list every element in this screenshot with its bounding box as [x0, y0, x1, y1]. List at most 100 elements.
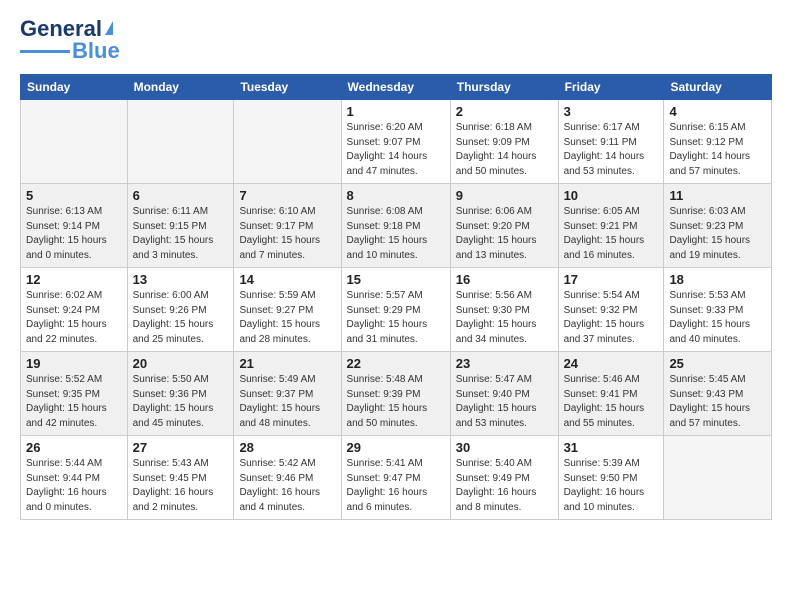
day-info: Sunrise: 6:08 AM Sunset: 9:18 PM Dayligh…: [347, 205, 445, 263]
day-info: Sunrise: 5:53 AM Sunset: 9:33 PM Dayligh…: [669, 289, 766, 347]
day-info: Sunrise: 5:52 AM Sunset: 9:35 PM Dayligh…: [26, 373, 122, 431]
day-info: Sunrise: 5:54 AM Sunset: 9:32 PM Dayligh…: [564, 289, 659, 347]
day-cell: 24 Sunrise: 5:46 AM Sunset: 9:41 PM Dayli…: [558, 352, 664, 436]
day-number: 11: [669, 188, 766, 203]
day-info: Sunrise: 5:39 AM Sunset: 9:50 PM Dayligh…: [564, 457, 659, 515]
day-info: Sunrise: 6:20 AM Sunset: 9:07 PM Dayligh…: [347, 121, 445, 179]
day-info: Sunrise: 5:47 AM Sunset: 9:40 PM Dayligh…: [456, 373, 553, 431]
day-cell: 23 Sunrise: 5:47 AM Sunset: 9:40 PM Dayli…: [450, 352, 558, 436]
day-info: Sunrise: 5:49 AM Sunset: 9:37 PM Dayligh…: [239, 373, 335, 431]
day-cell: 5 Sunrise: 6:13 AM Sunset: 9:14 PM Daylig…: [21, 184, 128, 268]
day-cell: 3Sunrise: 6:17 AM Sunset: 9:11 PM Daylig…: [558, 100, 664, 184]
day-info: Sunrise: 5:57 AM Sunset: 9:29 PM Dayligh…: [347, 289, 445, 347]
day-info: Sunrise: 6:10 AM Sunset: 9:17 PM Dayligh…: [239, 205, 335, 263]
day-info: Sunrise: 5:41 AM Sunset: 9:47 PM Dayligh…: [347, 457, 445, 515]
day-cell: 13 Sunrise: 6:00 AM Sunset: 9:26 PM Dayli…: [127, 268, 234, 352]
day-cell: 4Sunrise: 6:15 AM Sunset: 9:12 PM Daylig…: [664, 100, 772, 184]
day-cell: 22 Sunrise: 5:48 AM Sunset: 9:39 PM Dayli…: [341, 352, 450, 436]
day-cell: 26 Sunrise: 5:44 AM Sunset: 9:44 PM Dayli…: [21, 436, 128, 520]
header-row: SundayMondayTuesdayWednesdayThursdayFrid…: [21, 75, 772, 100]
day-number: 23: [456, 356, 553, 371]
logo-blue: Blue: [72, 38, 120, 64]
day-number: 31: [564, 440, 659, 455]
header-sunday: Sunday: [21, 75, 128, 100]
header-tuesday: Tuesday: [234, 75, 341, 100]
day-cell: 11 Sunrise: 6:03 AM Sunset: 9:23 PM Dayli…: [664, 184, 772, 268]
day-cell: 31 Sunrise: 5:39 AM Sunset: 9:50 PM Dayli…: [558, 436, 664, 520]
day-cell: 16 Sunrise: 5:56 AM Sunset: 9:30 PM Dayli…: [450, 268, 558, 352]
logo-underline: [20, 50, 70, 53]
day-info: Sunrise: 5:44 AM Sunset: 9:44 PM Dayligh…: [26, 457, 122, 515]
day-cell: [234, 100, 341, 184]
day-info: Sunrise: 5:46 AM Sunset: 9:41 PM Dayligh…: [564, 373, 659, 431]
header: General Blue: [20, 16, 772, 64]
day-number: 30: [456, 440, 553, 455]
day-number: 6: [133, 188, 229, 203]
day-info: Sunrise: 6:00 AM Sunset: 9:26 PM Dayligh…: [133, 289, 229, 347]
day-number: 20: [133, 356, 229, 371]
calendar-table: SundayMondayTuesdayWednesdayThursdayFrid…: [20, 74, 772, 520]
day-cell: 29Sunrise: 5:41 AM Sunset: 9:47 PM Dayli…: [341, 436, 450, 520]
day-number: 26: [26, 440, 122, 455]
calendar-page: General Blue SundayMondayTuesdayWednesda…: [0, 0, 792, 612]
day-info: Sunrise: 5:43 AM Sunset: 9:45 PM Dayligh…: [133, 457, 229, 515]
day-number: 7: [239, 188, 335, 203]
week-row-5: 26 Sunrise: 5:44 AM Sunset: 9:44 PM Dayli…: [21, 436, 772, 520]
day-number: 5: [26, 188, 122, 203]
day-info: Sunrise: 5:48 AM Sunset: 9:39 PM Dayligh…: [347, 373, 445, 431]
day-info: Sunrise: 6:18 AM Sunset: 9:09 PM Dayligh…: [456, 121, 553, 179]
day-cell: 20Sunrise: 5:50 AM Sunset: 9:36 PM Dayli…: [127, 352, 234, 436]
day-number: 10: [564, 188, 659, 203]
week-row-1: 1 Sunrise: 6:20 AM Sunset: 9:07 PM Daylig…: [21, 100, 772, 184]
header-saturday: Saturday: [664, 75, 772, 100]
day-number: 17: [564, 272, 659, 287]
day-cell: 19 Sunrise: 5:52 AM Sunset: 9:35 PM Dayli…: [21, 352, 128, 436]
day-info: Sunrise: 5:45 AM Sunset: 9:43 PM Dayligh…: [669, 373, 766, 431]
day-number: 1: [347, 104, 445, 119]
day-number: 9: [456, 188, 553, 203]
day-number: 8: [347, 188, 445, 203]
day-number: 14: [239, 272, 335, 287]
week-row-3: 12Sunrise: 6:02 AM Sunset: 9:24 PM Dayli…: [21, 268, 772, 352]
day-number: 16: [456, 272, 553, 287]
day-number: 21: [239, 356, 335, 371]
day-number: 24: [564, 356, 659, 371]
day-info: Sunrise: 5:56 AM Sunset: 9:30 PM Dayligh…: [456, 289, 553, 347]
day-info: Sunrise: 6:06 AM Sunset: 9:20 PM Dayligh…: [456, 205, 553, 263]
day-cell: 27 Sunrise: 5:43 AM Sunset: 9:45 PM Dayli…: [127, 436, 234, 520]
week-row-2: 5 Sunrise: 6:13 AM Sunset: 9:14 PM Daylig…: [21, 184, 772, 268]
day-info: Sunrise: 5:59 AM Sunset: 9:27 PM Dayligh…: [239, 289, 335, 347]
day-cell: 30Sunrise: 5:40 AM Sunset: 9:49 PM Dayli…: [450, 436, 558, 520]
day-info: Sunrise: 6:05 AM Sunset: 9:21 PM Dayligh…: [564, 205, 659, 263]
day-number: 13: [133, 272, 229, 287]
day-info: Sunrise: 6:13 AM Sunset: 9:14 PM Dayligh…: [26, 205, 122, 263]
day-cell: 10 Sunrise: 6:05 AM Sunset: 9:21 PM Dayli…: [558, 184, 664, 268]
day-number: 22: [347, 356, 445, 371]
day-cell: [127, 100, 234, 184]
day-cell: 14 Sunrise: 5:59 AM Sunset: 9:27 PM Dayli…: [234, 268, 341, 352]
day-cell: 15 Sunrise: 5:57 AM Sunset: 9:29 PM Dayli…: [341, 268, 450, 352]
day-number: 27: [133, 440, 229, 455]
day-number: 19: [26, 356, 122, 371]
header-wednesday: Wednesday: [341, 75, 450, 100]
day-cell: 6Sunrise: 6:11 AM Sunset: 9:15 PM Daylig…: [127, 184, 234, 268]
day-info: Sunrise: 6:02 AM Sunset: 9:24 PM Dayligh…: [26, 289, 122, 347]
day-cell: 17 Sunrise: 5:54 AM Sunset: 9:32 PM Dayli…: [558, 268, 664, 352]
day-cell: 9 Sunrise: 6:06 AM Sunset: 9:20 PM Daylig…: [450, 184, 558, 268]
day-cell: 21 Sunrise: 5:49 AM Sunset: 9:37 PM Dayli…: [234, 352, 341, 436]
header-friday: Friday: [558, 75, 664, 100]
day-number: 25: [669, 356, 766, 371]
day-number: 18: [669, 272, 766, 287]
day-cell: 12Sunrise: 6:02 AM Sunset: 9:24 PM Dayli…: [21, 268, 128, 352]
day-cell: [664, 436, 772, 520]
week-row-4: 19 Sunrise: 5:52 AM Sunset: 9:35 PM Dayli…: [21, 352, 772, 436]
day-number: 15: [347, 272, 445, 287]
day-number: 3: [564, 104, 659, 119]
day-info: Sunrise: 6:15 AM Sunset: 9:12 PM Dayligh…: [669, 121, 766, 179]
day-info: Sunrise: 6:03 AM Sunset: 9:23 PM Dayligh…: [669, 205, 766, 263]
day-number: 2: [456, 104, 553, 119]
logo-triangle-icon: [105, 21, 113, 35]
header-thursday: Thursday: [450, 75, 558, 100]
day-cell: 1 Sunrise: 6:20 AM Sunset: 9:07 PM Daylig…: [341, 100, 450, 184]
day-cell: 28Sunrise: 5:42 AM Sunset: 9:46 PM Dayli…: [234, 436, 341, 520]
